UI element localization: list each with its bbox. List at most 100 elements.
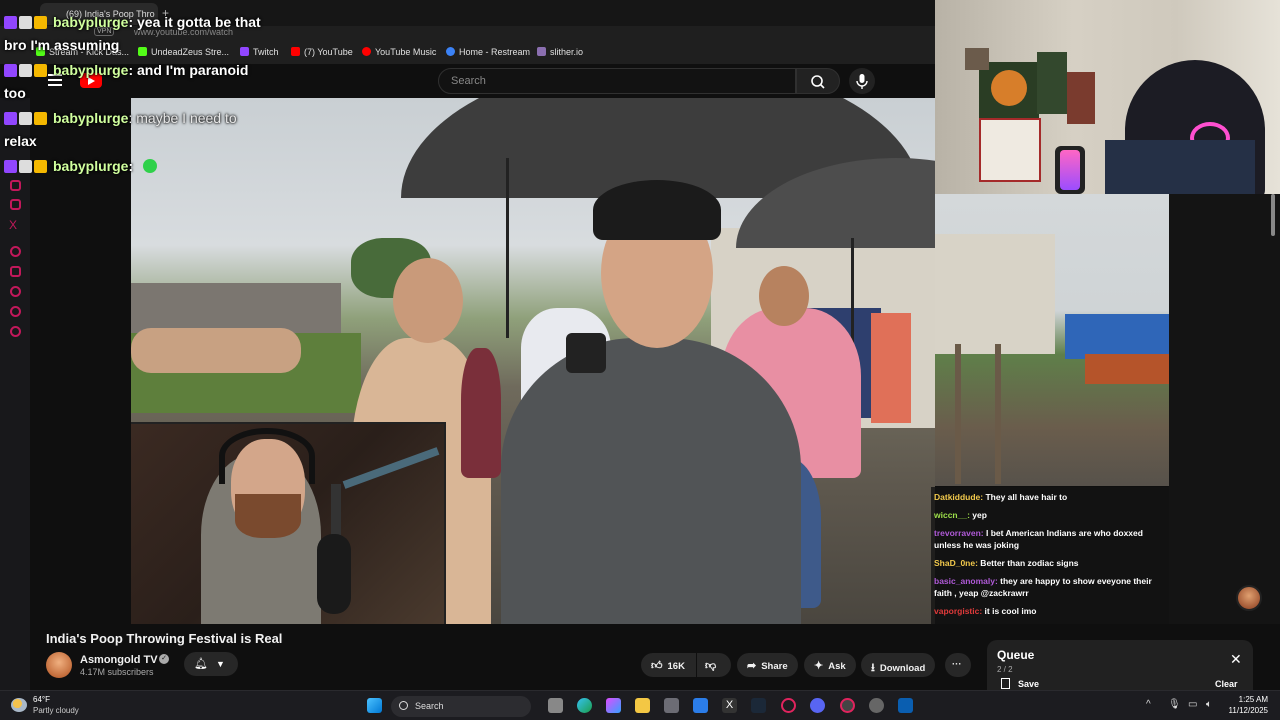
app-window-icon[interactable] <box>898 698 913 713</box>
sidebar-icon[interactable] <box>10 266 21 277</box>
close-icon[interactable]: ✕ <box>1230 651 1242 668</box>
notification-bell-button[interactable]: 🔔︎ ▼ <box>184 652 238 676</box>
clear-queue-button[interactable]: Clear <box>1215 679 1238 689</box>
download-label: Download <box>879 663 926 674</box>
edge-icon[interactable] <box>577 698 592 713</box>
chevron-up-icon[interactable]: ^ <box>1146 699 1151 710</box>
taskbar: 64°F Partly cloudy Search X ^ 🎙︎ ▭ 🔈︎ 1:… <box>0 690 1280 720</box>
x-icon[interactable]: X <box>9 218 17 232</box>
more-actions-button[interactable]: ··· <box>945 653 971 677</box>
clock-date[interactable]: 11/12/2025 <box>1222 706 1268 715</box>
chat-badges <box>4 160 49 176</box>
stream-chat-line: vaporgistic: it is cool imo <box>934 605 1166 617</box>
ask-button[interactable]: ✦ Ask <box>804 653 856 677</box>
chat-username: trevorraven: <box>934 528 984 538</box>
channel-avatar[interactable] <box>46 652 72 678</box>
bell-icon: 🔔︎ <box>194 658 208 670</box>
sidebar-icon[interactable] <box>10 326 21 337</box>
subscriber-count: 4.17M subscribers <box>80 667 154 677</box>
like-count: 16K <box>667 661 685 672</box>
bookmark-twitch[interactable]: Twitch <box>240 47 279 57</box>
x-app-icon[interactable]: X <box>722 698 737 713</box>
task-view-icon[interactable] <box>548 698 563 713</box>
chat-message: bro I'm assuming <box>4 37 120 53</box>
bookmark-label: (7) YouTube <box>304 47 353 57</box>
chair-image <box>1105 140 1255 194</box>
share-button[interactable]: ➦ Share <box>737 653 798 677</box>
stream-chat-line: Datkiddude: They all have hair to <box>934 491 1166 503</box>
steam-icon[interactable] <box>751 698 766 713</box>
settings-icon[interactable] <box>869 698 884 713</box>
floating-avatar[interactable] <box>1236 585 1262 611</box>
windows-start-icon[interactable] <box>367 698 382 713</box>
share-icon: ➦ <box>747 660 757 672</box>
discord-icon[interactable] <box>810 698 825 713</box>
voice-search-button[interactable] <box>849 68 875 94</box>
weather-temp[interactable]: 64°F <box>33 695 50 704</box>
arm-image <box>131 328 301 373</box>
bookmark-icon <box>1001 678 1010 689</box>
bookmark-undeadzeus[interactable]: UndeadZeus Stre... <box>138 47 229 57</box>
file-explorer-icon[interactable] <box>635 698 650 713</box>
bookmark-label: Twitch <box>253 47 279 57</box>
weather-icon[interactable] <box>11 698 27 712</box>
save-queue-button[interactable]: Save <box>1001 678 1039 689</box>
chat-username: vaporgistic: <box>934 606 983 616</box>
chat-message: yep <box>969 510 987 520</box>
taskbar-search[interactable]: Search <box>391 696 531 717</box>
skull-icon <box>19 16 32 29</box>
scrollbar[interactable] <box>1271 194 1275 236</box>
weather-desc[interactable]: Partly cloudy <box>33 706 79 715</box>
clock-time[interactable]: 1:25 AM <box>1230 695 1268 704</box>
slither-icon <box>537 47 546 56</box>
download-button[interactable]: ⭳ Download <box>861 653 936 677</box>
thumbs-down-icon: 👎︎ <box>705 660 717 672</box>
overlay-chat-message: babyplurge: and I'm paranoid <box>4 62 248 80</box>
chat-message: it is cool imo <box>982 606 1037 616</box>
screen: (69) India's Poop Thro + VPN www.youtube… <box>0 0 1280 720</box>
chat-username: wiccn__: <box>934 510 970 520</box>
bookmark-label: slither.io <box>550 47 584 57</box>
twitch-icon <box>240 47 249 56</box>
beard-image <box>235 494 301 538</box>
search-input[interactable]: Search <box>438 68 796 94</box>
chat-message: : <box>128 158 134 174</box>
chat-username: babyplurge <box>53 62 129 78</box>
display-icon[interactable]: ▭ <box>1188 699 1197 710</box>
bookmark-youtube[interactable]: (7) YouTube <box>291 47 353 57</box>
chat-message: too <box>4 85 26 101</box>
bookmark-restream[interactable]: Home - Restream <box>446 47 530 57</box>
search-button[interactable] <box>796 68 840 94</box>
channel-name[interactable]: Asmongold TV <box>80 654 158 666</box>
mail-icon[interactable] <box>693 698 708 713</box>
sidebar-icon[interactable] <box>10 180 21 191</box>
clock-icon[interactable] <box>10 286 21 297</box>
sidebar-icon[interactable] <box>10 199 21 210</box>
copilot-icon[interactable] <box>606 698 621 713</box>
bookmark-label: YouTube Music <box>375 47 437 57</box>
ask-label: Ask <box>828 661 846 672</box>
bookmark-youtube-music[interactable]: YouTube Music <box>362 47 436 57</box>
skull-icon <box>19 160 32 173</box>
sparkle-icon: ✦ <box>814 660 824 672</box>
volume-icon[interactable]: 🔈︎ <box>1206 699 1212 710</box>
overlay-chat-wrap: relax <box>4 133 37 149</box>
like-button[interactable]: 👍︎ 16K <box>641 653 696 677</box>
chat-message: relax <box>4 133 37 149</box>
sidebar-icon[interactable] <box>10 246 21 257</box>
mic-tray-icon[interactable]: 🎙︎ <box>1168 699 1181 710</box>
taskbar-search-label: Search <box>415 701 444 711</box>
camera-mount-image <box>566 333 606 373</box>
dislike-button[interactable]: 👎︎ <box>697 653 731 677</box>
app-icon[interactable] <box>664 698 679 713</box>
chevron-down-icon: ▼ <box>215 659 225 669</box>
sidebar-icon[interactable] <box>10 306 21 317</box>
browser-icon[interactable] <box>840 698 855 713</box>
badge-icon <box>4 64 17 77</box>
bookmark-slither[interactable]: slither.io <box>537 47 583 57</box>
skull-icon <box>19 64 32 77</box>
video-player-extension <box>935 194 1169 486</box>
chat-badges <box>4 64 49 80</box>
opera-icon[interactable] <box>781 698 796 713</box>
share-label: Share <box>761 661 788 672</box>
